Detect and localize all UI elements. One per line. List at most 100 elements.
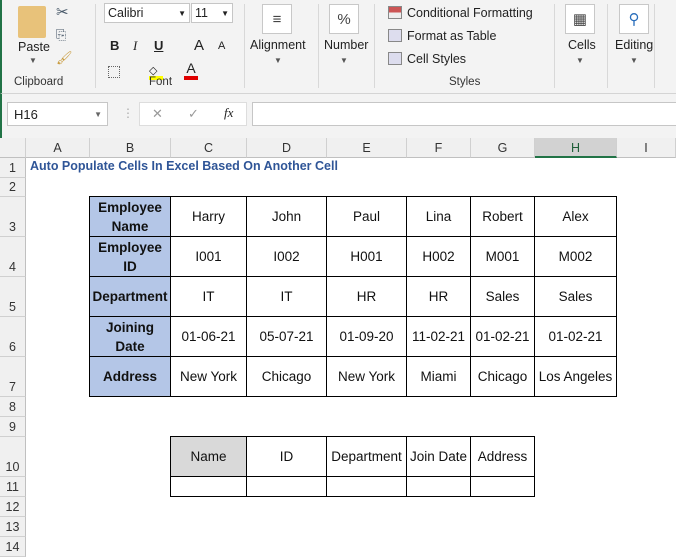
table1-cell[interactable]: Paul	[326, 196, 407, 237]
table1-cell[interactable]: Alex	[534, 196, 617, 237]
table2-header[interactable]: Department	[326, 436, 407, 477]
table1-row-header[interactable]: Employee Name	[89, 196, 171, 237]
name-box[interactable]: H16 ▼	[7, 102, 108, 126]
row-header-5[interactable]: 5	[0, 277, 26, 317]
table2-header[interactable]: Join Date	[406, 436, 471, 477]
table1-cell[interactable]: M002	[534, 236, 617, 277]
shrink-font-button[interactable]: A	[218, 40, 225, 52]
paste-chevron-icon[interactable]: ▼	[29, 56, 37, 65]
table1-row-header[interactable]: Employee ID	[89, 236, 171, 277]
table1-cell[interactable]: H001	[326, 236, 407, 277]
column-header-C[interactable]: C	[171, 138, 247, 158]
column-header-A[interactable]: A	[26, 138, 90, 158]
table1-cell[interactable]: Sales	[470, 276, 535, 317]
row-header-13[interactable]: 13	[0, 517, 26, 537]
alignment-icon[interactable]: ≡	[262, 4, 292, 34]
underline-button[interactable]: U	[154, 38, 163, 53]
column-header-D[interactable]: D	[247, 138, 327, 158]
row-header-11[interactable]: 11	[0, 477, 26, 497]
table1-cell[interactable]: 05-07-21	[246, 316, 327, 357]
row-header-6[interactable]: 6	[0, 317, 26, 357]
column-header-F[interactable]: F	[407, 138, 471, 158]
table1-cell[interactable]: 01-09-20	[326, 316, 407, 357]
table1-cell[interactable]: Miami	[406, 356, 471, 397]
table2-header[interactable]: Name	[170, 436, 247, 477]
table1-cell[interactable]: Lina	[406, 196, 471, 237]
table1-cell[interactable]: 01-02-21	[534, 316, 617, 357]
format-painter-icon[interactable]: 🖌	[56, 50, 73, 66]
enter-icon[interactable]: ✓	[188, 106, 199, 122]
italic-button[interactable]: I	[133, 38, 137, 54]
table1-cell[interactable]: Los Angeles	[534, 356, 617, 397]
table1-cell[interactable]: I002	[246, 236, 327, 277]
insert-function-icon[interactable]: fx	[224, 105, 233, 121]
table2-empty-cell[interactable]	[326, 476, 407, 497]
cancel-icon[interactable]: ✕	[152, 106, 163, 122]
table2-empty-cell[interactable]	[170, 476, 247, 497]
cells-button[interactable]: Cells	[568, 38, 596, 52]
row-header-8[interactable]: 8	[0, 397, 26, 417]
table1-cell[interactable]: Chicago	[246, 356, 327, 397]
borders-icon[interactable]	[108, 66, 120, 78]
table1-cell[interactable]: 01-02-21	[470, 316, 535, 357]
table1-cell[interactable]: Robert	[470, 196, 535, 237]
cut-icon[interactable]: ✂	[56, 3, 69, 21]
row-header-7[interactable]: 7	[0, 357, 26, 397]
table1-row-header[interactable]: Address	[89, 356, 171, 397]
column-header-E[interactable]: E	[327, 138, 407, 158]
row-header-1[interactable]: 1	[0, 158, 26, 178]
column-header-G[interactable]: G	[471, 138, 535, 158]
bold-button[interactable]: B	[110, 38, 119, 53]
select-all-corner[interactable]	[0, 138, 26, 158]
column-header-I[interactable]: I	[617, 138, 676, 158]
cell-styles-button[interactable]: Cell Styles	[407, 52, 466, 66]
table1-row-header[interactable]: Department	[89, 276, 171, 317]
row-header-10[interactable]: 10	[0, 437, 26, 477]
table1-cell[interactable]: H002	[406, 236, 471, 277]
number-button[interactable]: Number	[324, 38, 368, 52]
formula-input[interactable]	[252, 102, 676, 126]
conditional-formatting-button[interactable]: Conditional Formatting	[407, 6, 533, 20]
format-as-table-button[interactable]: Format as Table	[407, 29, 496, 43]
table2-empty-cell[interactable]	[406, 476, 471, 497]
row-header-9[interactable]: 9	[0, 417, 26, 437]
table1-cell[interactable]: IT	[246, 276, 327, 317]
paste-icon[interactable]	[18, 6, 46, 38]
table1-cell[interactable]: Harry	[170, 196, 247, 237]
table1-cell[interactable]: I001	[170, 236, 247, 277]
column-header-H[interactable]: H	[535, 138, 617, 158]
row-header-2[interactable]: 2	[0, 178, 26, 197]
font-size-select[interactable]: 11 ▼	[191, 3, 233, 23]
table2-header[interactable]: Address	[470, 436, 535, 477]
row-header-4[interactable]: 4	[0, 237, 26, 277]
font-color-button[interactable]: A	[184, 60, 198, 80]
editing-search-icon[interactable]: ⚲	[619, 4, 649, 34]
table1-cell[interactable]: HR	[406, 276, 471, 317]
paste-button[interactable]: Paste	[18, 40, 50, 54]
table1-cell[interactable]: New York	[326, 356, 407, 397]
table1-cell[interactable]: New York	[170, 356, 247, 397]
alignment-button[interactable]: Alignment	[250, 38, 306, 52]
table1-cell[interactable]: HR	[326, 276, 407, 317]
table2-empty-cell[interactable]	[246, 476, 327, 497]
grow-font-button[interactable]: A	[194, 37, 204, 54]
table1-cell[interactable]: 01-06-21	[170, 316, 247, 357]
table2-header[interactable]: ID	[246, 436, 327, 477]
table1-cell[interactable]: Chicago	[470, 356, 535, 397]
table1-cell[interactable]: Sales	[534, 276, 617, 317]
table1-row-header[interactable]: Joining Date	[89, 316, 171, 357]
row-header-3[interactable]: 3	[0, 197, 26, 237]
row-header-14[interactable]: 14	[0, 537, 26, 557]
table2-empty-cell[interactable]	[470, 476, 535, 497]
table1-cell[interactable]: 11-02-21	[406, 316, 471, 357]
table1-cell[interactable]: John	[246, 196, 327, 237]
editing-button[interactable]: Editing	[615, 38, 653, 52]
table1-cell[interactable]: IT	[170, 276, 247, 317]
font-name-select[interactable]: Calibri ▼	[104, 3, 190, 23]
copy-icon[interactable]: ⎘	[56, 27, 66, 43]
column-header-B[interactable]: B	[90, 138, 171, 158]
table1-cell[interactable]: M001	[470, 236, 535, 277]
number-format-icon[interactable]: %	[329, 4, 359, 34]
row-header-12[interactable]: 12	[0, 497, 26, 517]
cells-icon[interactable]: ▦	[565, 4, 595, 34]
